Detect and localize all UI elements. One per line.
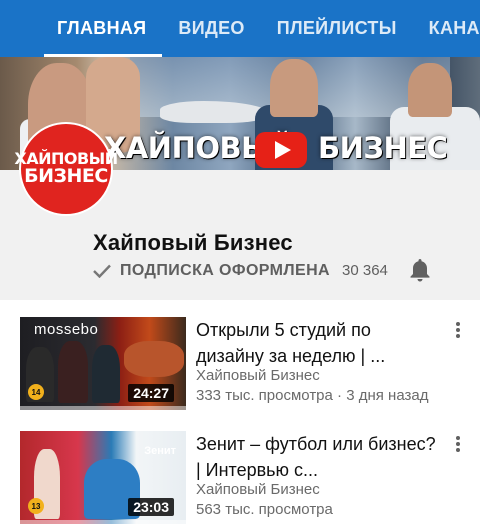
- tab-videos[interactable]: ВИДЕО: [162, 0, 260, 57]
- video-item[interactable]: mossebo 14 24:27 Открыли 5 студий по диз…: [0, 317, 480, 417]
- more-vert-icon[interactable]: [452, 433, 464, 455]
- banner-person-center: [270, 59, 318, 117]
- video-title[interactable]: Открыли 5 студий по дизайну за неделю | …: [196, 317, 436, 369]
- avatar-text-line2: БИЗНЕС: [24, 165, 108, 188]
- tab-channels[interactable]: КАНАЛЫ: [413, 0, 480, 57]
- video-item[interactable]: Зенит 13 23:03 Зенит – футбол или бизнес…: [0, 431, 480, 530]
- video-title[interactable]: Зенит – футбол или бизнес? | Интервью с.…: [196, 431, 436, 483]
- tab-playlists[interactable]: ПЛЕЙЛИСТЫ: [261, 0, 413, 57]
- thumb-burger: [124, 341, 184, 377]
- tab-home[interactable]: ГЛАВНАЯ: [0, 0, 163, 57]
- subscribe-button[interactable]: ПОДПИСКА ОФОРМЛЕНА: [93, 257, 330, 285]
- video-channel: Хайповый Бизнес: [196, 481, 320, 498]
- thumb-brand-text: mossebo: [34, 321, 99, 338]
- video-thumbnail[interactable]: Зенит 13 23:03: [20, 431, 186, 524]
- video-duration: 23:03: [128, 498, 174, 516]
- thumb-person: [92, 345, 120, 403]
- banner-wordmark-right: БИЗНЕС: [318, 131, 448, 165]
- subscribe-status-label: ПОДПИСКА ОФОРМЛЕНА: [120, 262, 330, 279]
- channel-tab-bar: ГЛАВНАЯ ВИДЕО ПЛЕЙЛИСТЫ КАНАЛЫ: [0, 0, 480, 57]
- thumb-person: [58, 341, 88, 403]
- video-thumbnail[interactable]: mossebo 14 24:27: [20, 317, 186, 410]
- check-icon: [93, 264, 111, 278]
- episode-badge: 14: [28, 384, 44, 400]
- more-vert-icon[interactable]: [452, 319, 464, 341]
- channel-name: Хайповый Бизнес: [93, 230, 293, 255]
- watch-progress-bar: [20, 406, 186, 410]
- video-channel: Хайповый Бизнес: [196, 367, 320, 384]
- youtube-play-icon: [255, 132, 307, 168]
- video-duration: 24:27: [128, 384, 174, 402]
- channel-avatar[interactable]: ХАЙПОВЫЙ БИЗНЕС: [14, 122, 118, 216]
- video-meta: 563 тыс. просмотра: [196, 501, 333, 518]
- thumb-brand-text: Зенит: [144, 445, 176, 457]
- banner-person-right: [408, 63, 452, 117]
- watch-progress-bar: [20, 520, 186, 524]
- episode-badge: 13: [28, 498, 44, 514]
- subscriber-count: 30 364: [342, 262, 388, 279]
- video-meta: 333 тыс. просмотра · 3 дня назад: [196, 387, 429, 404]
- bell-icon[interactable]: [408, 257, 432, 283]
